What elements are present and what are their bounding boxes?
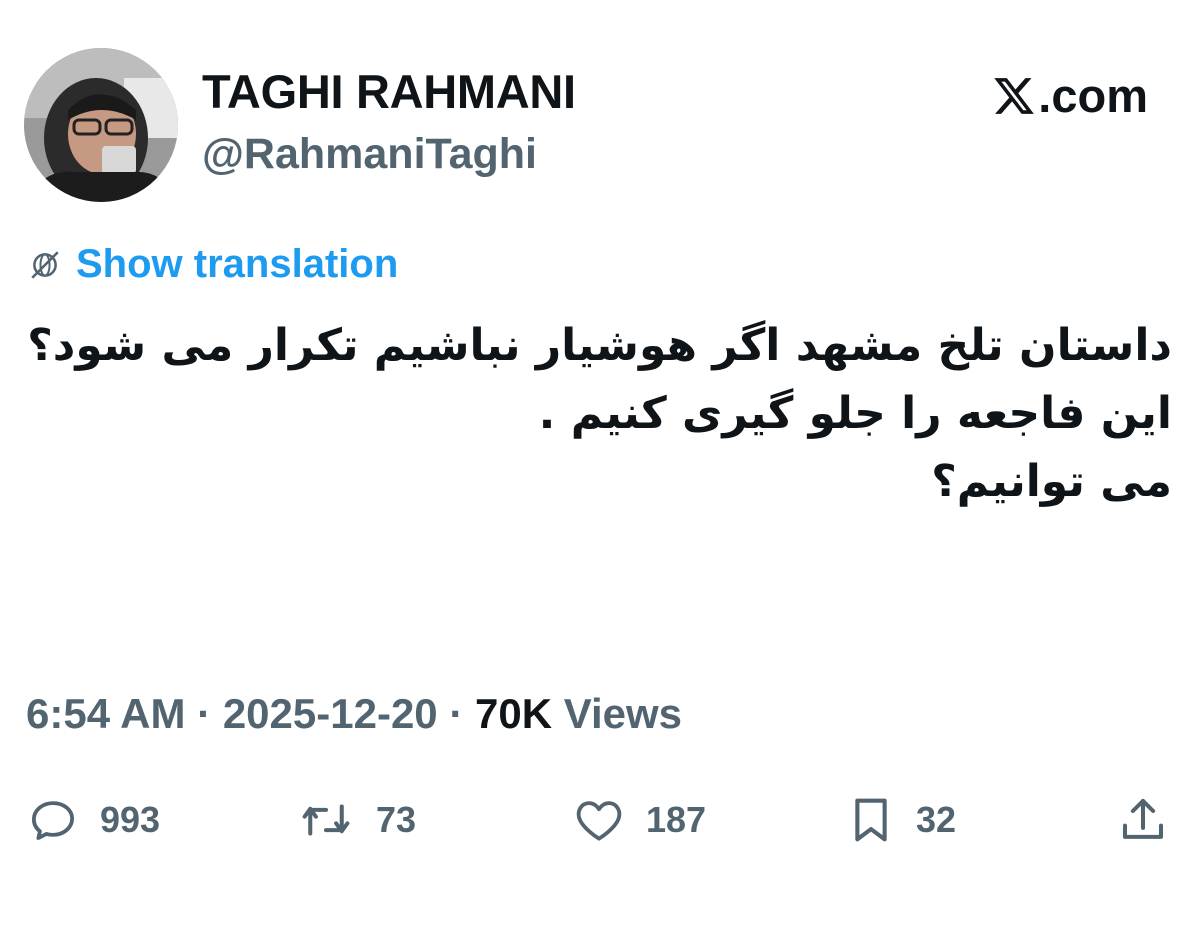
tweet-actions: 993 73 187 32 — [0, 790, 1200, 850]
heart-icon — [576, 801, 622, 841]
tweet-line: این فاجعه را جلو گیری کنیم . — [538, 388, 1172, 439]
retweet-count: 73 — [376, 799, 417, 840]
retweet-icon — [302, 804, 350, 836]
x-logo-icon — [994, 77, 1035, 114]
bookmark-button[interactable]: 32 — [846, 790, 956, 850]
reply-button[interactable]: 993 — [26, 790, 160, 850]
meta-separator: · — [437, 690, 475, 737]
views-count: 70K — [475, 690, 553, 737]
show-translation-link[interactable]: Show translation — [28, 242, 398, 287]
bookmark-icon — [855, 798, 887, 842]
avatar[interactable] — [24, 48, 178, 202]
like-count: 187 — [646, 799, 707, 840]
views-label: Views — [552, 690, 683, 737]
bookmark-count: 32 — [916, 799, 957, 840]
brand-domain-text: .com — [1038, 69, 1148, 122]
author-name[interactable]: TAGHI RAHMANI — [202, 64, 576, 119]
share-icon — [1122, 798, 1164, 839]
meta-separator: · — [185, 690, 223, 737]
tweet-line: می توانیم؟ — [931, 456, 1172, 507]
tweet-meta: 6:54 AM · 2025-12-20 · 70K Views — [26, 690, 682, 738]
show-translation-label[interactable]: Show translation — [76, 242, 398, 287]
profile-photo — [24, 48, 178, 202]
tweet-date[interactable]: 2025-12-20 — [223, 690, 438, 737]
retweet-button[interactable]: 73 — [296, 790, 416, 850]
brand-logo: .com — [992, 68, 1148, 123]
reply-count: 993 — [100, 799, 161, 840]
tweet-time[interactable]: 6:54 AM — [26, 690, 186, 737]
reply-icon — [31, 801, 75, 840]
tweet-text: داستان تلخ مشهد اگر هوشیار نباشیم تکرار … — [24, 312, 1172, 516]
share-button[interactable] — [1116, 790, 1170, 850]
tweet-line: داستان تلخ مشهد اگر هوشیار نباشیم تکرار … — [27, 320, 1172, 371]
author-handle[interactable]: @RahmaniTaghi — [202, 130, 537, 179]
like-button[interactable]: 187 — [572, 790, 706, 850]
globe-strike-icon — [31, 250, 59, 279]
